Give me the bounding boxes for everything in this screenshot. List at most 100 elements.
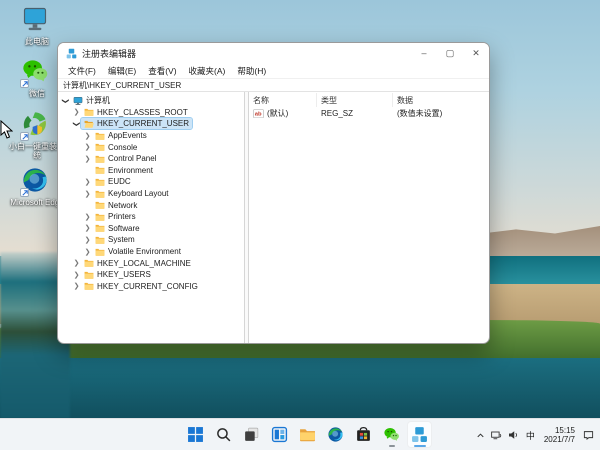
minimize-button[interactable]: – — [411, 43, 437, 63]
column-header-1[interactable]: 类型 — [317, 93, 393, 107]
maximize-button[interactable]: ▢ — [437, 43, 463, 63]
tree-item-label: System — [108, 235, 135, 244]
taskbar-edge-button[interactable] — [323, 421, 348, 448]
notification-center-icon[interactable] — [582, 429, 595, 441]
menu-bar: 文件(F)编辑(E)查看(V)收藏夹(A)帮助(H) — [58, 63, 489, 78]
tree-item-label: HKEY_CLASSES_ROOT — [97, 108, 188, 117]
folder-icon — [95, 213, 105, 221]
tree-item-label: Keyboard Layout — [108, 189, 169, 198]
chevron-right-icon[interactable]: ❯ — [83, 224, 92, 232]
folder-icon — [95, 248, 105, 256]
tray-chevron-icon[interactable] — [475, 430, 486, 441]
chevron-right-icon[interactable]: ❯ — [83, 190, 92, 198]
folder-icon — [84, 259, 94, 267]
chevron-right-icon[interactable]: ❯ — [83, 178, 92, 186]
close-button[interactable]: ✕ — [463, 43, 489, 63]
list-header-row: 名称类型数据 — [249, 93, 489, 107]
value-list-pane: 名称类型数据 ab(默认) REG_SZ (数值未设置) — [249, 92, 489, 344]
system-tray: 中 15:15 2021/7/7 — [475, 419, 595, 450]
tree-item-hkey-classes-root[interactable]: ❯ HKEY_CLASSES_ROOT — [58, 107, 244, 119]
desktop-icon-this-pc[interactable]: 此电脑 — [8, 5, 66, 46]
tree-item-system[interactable]: ❯ System — [58, 234, 244, 246]
tree-item-label: Environment — [108, 166, 153, 175]
tree-item-label: Printers — [108, 212, 136, 221]
tree-item-network[interactable]: Network — [58, 199, 244, 211]
tree-item-hkey-current-config[interactable]: ❯ HKEY_CURRENT_CONFIG — [58, 281, 244, 293]
column-header-2[interactable]: 数据 — [393, 93, 489, 107]
search-icon — [215, 426, 232, 443]
chevron-right-icon[interactable]: ❯ — [83, 143, 92, 151]
taskbar-widgets-button[interactable] — [267, 421, 292, 448]
file-explorer-icon — [299, 426, 316, 443]
chevron-right-icon[interactable]: ❯ — [83, 155, 92, 163]
tree-item-console[interactable]: ❯ Console — [58, 141, 244, 153]
start-icon — [187, 426, 204, 443]
registry-icon — [66, 48, 77, 59]
chevron-right-icon[interactable]: ❯ — [72, 282, 81, 290]
taskbar-clock[interactable]: 15:15 2021/7/7 — [541, 426, 578, 444]
menu-item-2[interactable]: 查看(V) — [142, 65, 182, 77]
tree-item-keyboard-layout[interactable]: ❯ Keyboard Layout — [58, 188, 244, 200]
value-row[interactable]: ab(默认) REG_SZ (数值未设置) — [249, 107, 489, 120]
address-bar[interactable]: 计算机\HKEY_CURRENT_USER — [58, 78, 489, 92]
registry-editor-window: 注册表编辑器 – ▢ ✕ 文件(F)编辑(E)查看(V)收藏夹(A)帮助(H) … — [57, 42, 490, 344]
tree-item-software[interactable]: ❯ Software — [58, 223, 244, 235]
value-type: REG_SZ — [317, 109, 393, 118]
active-indicator — [414, 445, 426, 448]
column-header-0[interactable]: 名称 — [249, 93, 317, 107]
window-titlebar[interactable]: 注册表编辑器 – ▢ ✕ — [58, 43, 489, 63]
mouse-cursor — [0, 120, 13, 139]
taskbar-search-button[interactable] — [211, 421, 236, 448]
chevron-right-icon[interactable]: ❯ — [83, 132, 92, 140]
running-indicator — [389, 445, 395, 448]
svg-text:ab: ab — [255, 112, 262, 118]
monitor-icon — [21, 5, 53, 35]
registry-icon — [411, 426, 428, 443]
taskbar-registry-editor-button[interactable] — [407, 421, 432, 448]
tree-item-volatile-environment[interactable]: ❯ Volatile Environment — [58, 246, 244, 258]
chevron-down-icon[interactable]: ❯ — [62, 96, 70, 105]
chevron-right-icon[interactable]: ❯ — [72, 108, 81, 116]
tree-item-label: HKEY_LOCAL_MACHINE — [97, 259, 191, 268]
ime-indicator[interactable]: 中 — [524, 429, 537, 442]
edge-icon — [327, 426, 344, 443]
menu-item-0[interactable]: 文件(F) — [62, 65, 102, 77]
tree-item-hkey-current-user[interactable]: ❯ HKEY_CURRENT_USER — [58, 118, 244, 130]
tree-item-printers[interactable]: ❯ Printers — [58, 211, 244, 223]
taskbar-task-view-button[interactable] — [239, 421, 264, 448]
tree-item-hkey-users[interactable]: ❯ HKEY_USERS — [58, 269, 244, 281]
wechat-icon — [21, 57, 53, 87]
clock-date: 2021/7/7 — [544, 435, 575, 444]
tree-item-eudc[interactable]: ❯ EUDC — [58, 176, 244, 188]
network-icon[interactable] — [490, 429, 503, 441]
taskbar-wechat-button[interactable] — [379, 421, 404, 448]
folder-icon — [95, 224, 105, 232]
tree-item-计算机[interactable]: ❯ 计算机 — [58, 95, 244, 107]
folder-icon — [95, 201, 105, 209]
tree-item-environment[interactable]: Environment — [58, 165, 244, 177]
taskbar-store-button[interactable] — [351, 421, 376, 448]
tree-item-label: Software — [108, 224, 140, 233]
chevron-right-icon[interactable]: ❯ — [83, 213, 92, 221]
tree-item-label: HKEY_USERS — [97, 270, 151, 279]
tree-item-control-panel[interactable]: ❯ Control Panel — [58, 153, 244, 165]
chevron-right-icon[interactable]: ❯ — [72, 271, 81, 279]
menu-item-3[interactable]: 收藏夹(A) — [183, 65, 232, 77]
address-text: 计算机\HKEY_CURRENT_USER — [63, 80, 181, 91]
volume-icon[interactable] — [507, 429, 520, 441]
folder-icon — [95, 236, 105, 244]
tree-item-hkey-local-machine[interactable]: ❯ HKEY_LOCAL_MACHINE — [58, 257, 244, 269]
chevron-right-icon[interactable]: ❯ — [83, 236, 92, 244]
menu-item-4[interactable]: 帮助(H) — [231, 65, 272, 77]
chevron-right-icon[interactable]: ❯ — [72, 259, 81, 267]
taskbar-start-button[interactable] — [183, 421, 208, 448]
registry-tree-pane: ❯ 计算机❯ HKEY_CLASSES_ROOT❯ HKEY_CURRENT_U… — [58, 92, 244, 344]
taskbar-file-explorer-button[interactable] — [295, 421, 320, 448]
store-icon — [355, 426, 372, 443]
chevron-down-icon[interactable]: ❯ — [73, 119, 81, 128]
tree-item-label: Volatile Environment — [108, 247, 181, 256]
tree-item-appevents[interactable]: ❯ AppEvents — [58, 130, 244, 142]
chevron-right-icon[interactable]: ❯ — [83, 248, 92, 256]
menu-item-1[interactable]: 编辑(E) — [102, 65, 142, 77]
computer-icon — [73, 96, 83, 106]
